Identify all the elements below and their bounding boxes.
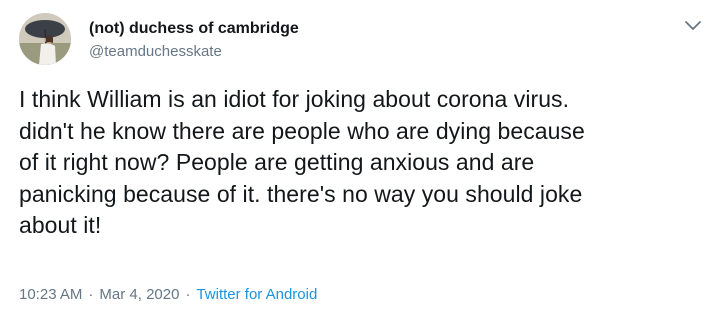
tweet-card: (not) duchess of cambridge @teamduchessk…	[0, 0, 720, 323]
tweet-metadata: 10:23 AM · Mar 4, 2020 · Twitter for Android	[19, 286, 317, 303]
tweet-time[interactable]: 10:23 AM	[19, 286, 82, 303]
avatar[interactable]	[19, 13, 71, 65]
user-handle[interactable]: @teamduchesskate	[89, 43, 222, 60]
display-name[interactable]: (not) duchess of cambridge	[89, 20, 299, 38]
separator-dot: ·	[88, 286, 94, 303]
tweet-source-link[interactable]: Twitter for Android	[196, 286, 317, 303]
tweet-date[interactable]: Mar 4, 2020	[99, 286, 179, 303]
chevron-down-icon[interactable]	[683, 17, 703, 33]
avatar-photo	[19, 13, 71, 65]
separator-dot: ·	[185, 286, 191, 303]
tweet-text: I think William is an idiot for joking a…	[19, 86, 585, 238]
